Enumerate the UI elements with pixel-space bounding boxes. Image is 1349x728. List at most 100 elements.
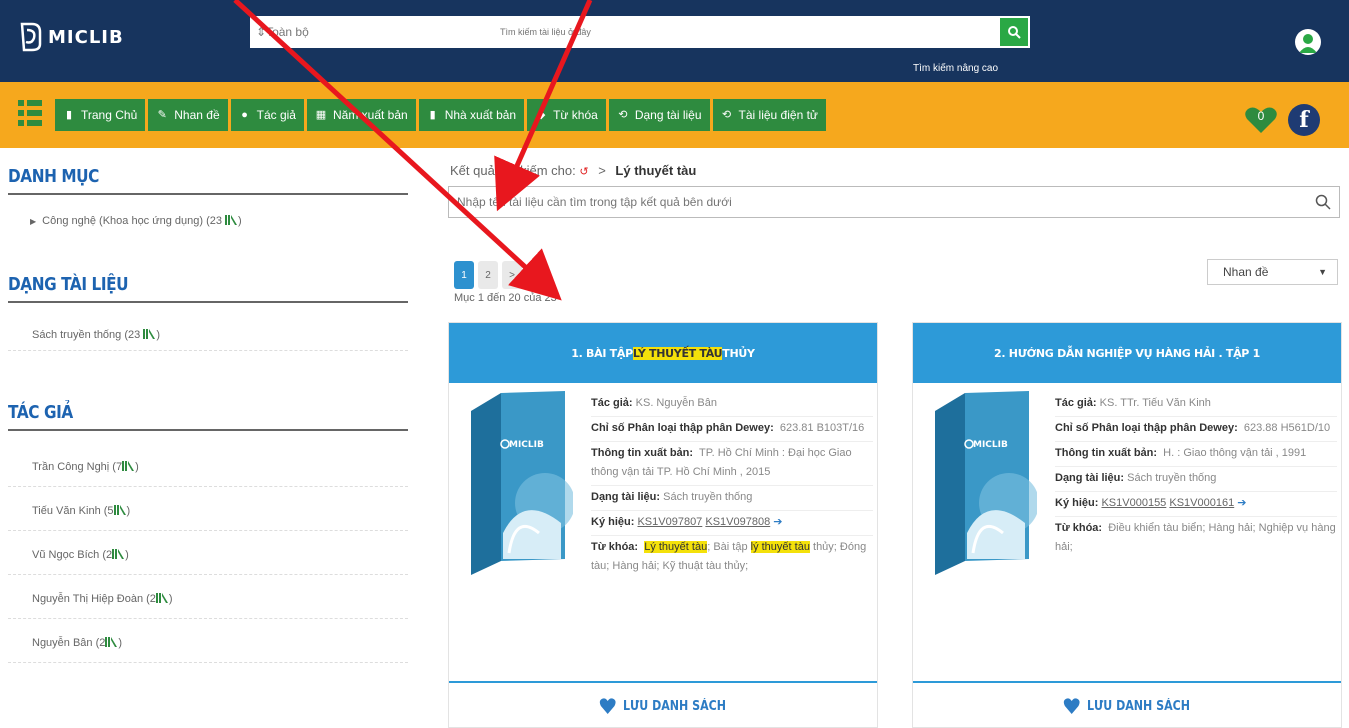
heart-icon <box>1064 698 1080 714</box>
nav-label: Tác giả <box>256 108 296 122</box>
ebook-icon: ⟲ <box>721 109 732 121</box>
favorites-count: 0 <box>1257 109 1265 123</box>
author-item[interactable]: Tiếu Văn Kinh (5) <box>8 487 408 531</box>
favorites-heart-icon[interactable]: 0 <box>1244 105 1278 135</box>
book-cover-image: MICLIB <box>935 391 1039 575</box>
refine-search-box <box>448 186 1340 218</box>
keywords-field: Từ khóa: Điều khiển tàu biển; Hàng hải; … <box>1055 522 1336 553</box>
doctype-section: DẠNG TÀI LIỆU Sách truyền thống (23 ) <box>8 274 408 351</box>
sort-arrows-icon: ⇕ <box>256 25 267 39</box>
refine-search-input[interactable] <box>449 187 1309 217</box>
call-number-field: Ký hiệu: KS1V000155 KS1V000161 ➔ <box>1055 492 1337 517</box>
call-number-link[interactable]: KS1V097807 <box>637 516 702 528</box>
logo-text: MICLIB <box>48 26 124 48</box>
divider <box>8 301 408 303</box>
page-2-button[interactable]: 2 <box>478 261 498 289</box>
author-field: Tác giả: KS. Nguyễn Bân <box>591 392 873 417</box>
book-cover[interactable]: MICLIB <box>917 383 1039 575</box>
nav-bookmark-button[interactable]: ▮ Nhà xuất bản <box>418 99 525 131</box>
facebook-icon[interactable]: f <box>1288 104 1320 136</box>
book-count-icon <box>143 329 156 339</box>
sort-select[interactable]: Nhan đề ▼ <box>1207 259 1338 285</box>
card-title-link[interactable]: 1. BÀI TẬP LÝ THUYẾT TÀU THỦY <box>449 323 877 383</box>
nav-label: Nhan đề <box>174 108 220 122</box>
card-fields: Tác giả: KS. TTr. Tiếu Văn Kinh Chỉ số Ph… <box>1055 392 1337 560</box>
search-category-select[interactable]: ⇕Toàn bộ <box>250 25 340 39</box>
category-title: DANH MỤC <box>8 166 99 187</box>
svg-text:MICLIB: MICLIB <box>973 440 1008 450</box>
advanced-search-link[interactable]: Tìm kiếm nâng cao <box>913 63 998 74</box>
logo[interactable]: MICLIB <box>18 22 124 52</box>
author-item[interactable]: Nguyễn Thị Hiệp Đoàn (2) <box>8 575 408 619</box>
book-count-icon <box>112 549 125 559</box>
doctype-item[interactable]: Sách truyền thống (23 ) <box>8 329 408 351</box>
divider <box>8 193 408 195</box>
title-icon: ✎ <box>157 109 167 121</box>
call-number-link[interactable]: KS1V000161 <box>1169 497 1234 509</box>
call-number-link[interactable]: KS1V097808 <box>705 516 770 528</box>
search-category-label: Toàn bộ <box>266 25 309 39</box>
author-item[interactable]: Trần Công Nghị (7) <box>8 431 408 487</box>
keyword-icon: ◆ <box>536 109 546 121</box>
doctype-title: DẠNG TÀI LIỆU <box>8 274 129 295</box>
doctype-field: Dạng tài liệu: Sách truyền thống <box>591 486 873 511</box>
nav-label: Năm xuất bản <box>332 108 408 122</box>
card-title-link[interactable]: 2. HƯỚNG DẪN NGHIỆP VỤ HÀNG HẢI . TẬP 1 <box>913 323 1341 383</box>
nav-author-button[interactable]: ● Tác giả <box>230 99 304 131</box>
nav-calendar-button[interactable]: ▦ Năm xuất bản <box>306 99 416 131</box>
book-count-icon <box>122 461 135 471</box>
search-icon <box>1008 26 1021 39</box>
result-card: 1. BÀI TẬP LÝ THUYẾT TÀU THỦY MICLIB Tác g… <box>448 322 878 728</box>
page-1-button[interactable]: 1 <box>454 261 474 289</box>
keyword-highlight[interactable]: Lý thuyết tàu <box>644 541 708 553</box>
nav-label: Từ khóa <box>553 108 598 122</box>
keywords-field: Từ khóa: Lý thuyết tàu; Bài tập lý thuyế… <box>591 541 867 572</box>
nav-doc-type-button[interactable]: ⟲ Dạng tài liệu <box>608 99 710 131</box>
menu-list-icon[interactable] <box>18 98 44 128</box>
book-count-icon <box>225 215 238 225</box>
nav-items: ▮ Trang Chủ ✎ Nhan đề ● Tác giả ▦ Năm xuất bản ▮… <box>55 99 826 131</box>
save-to-list-button[interactable]: LƯU DANH SÁCH <box>600 697 726 715</box>
svg-text:MICLIB: MICLIB <box>509 440 544 450</box>
save-to-list-button[interactable]: LƯU DANH SÁCH <box>1064 697 1190 715</box>
author-list: Trần Công Nghị (7) Tiếu Văn Kinh (5) Vũ Ng… <box>8 431 408 663</box>
nav-title-button[interactable]: ✎ Nhan đề <box>148 99 228 131</box>
card-fields: Tác giả: KS. Nguyễn Bân Chỉ số Phân loại … <box>591 392 873 579</box>
calendar-icon: ▦ <box>315 109 327 121</box>
arrow-circle-right-icon[interactable]: ➔ <box>1237 497 1246 509</box>
author-item[interactable]: Nguyễn Bân (2) <box>8 619 408 663</box>
logo-icon <box>18 22 44 52</box>
nav-keyword-button[interactable]: ◆ Từ khóa <box>527 99 606 131</box>
dewey-field: Chỉ số Phân loại thập phân Dewey: 623.81… <box>591 417 873 442</box>
dewey-field: Chỉ số Phân loại thập phân Dewey: 623.88… <box>1055 417 1337 442</box>
nav-label: Tài liệu điện tử <box>738 108 818 122</box>
publication-field: Thông tin xuất bản: TP. Hồ Chí Minh : Đạ… <box>591 442 873 486</box>
category-item[interactable]: ▶ Công nghệ (Khoa học ứng dụng) (23 ) <box>8 215 408 227</box>
author-item[interactable]: Vũ Ngọc Bích (2) <box>8 531 408 575</box>
title-highlight: LÝ THUYẾT TÀU <box>632 346 723 360</box>
author-title: TÁC GIẢ <box>8 402 73 423</box>
author-icon: ● <box>241 109 248 121</box>
doc-type-icon: ⟲ <box>618 109 628 121</box>
top-header: MICLIB ⇕Toàn bộ Tìm kiếm nâng cao <box>0 0 1349 82</box>
result-range: Mục 1 đến 20 của 23 <box>454 292 557 304</box>
author-field: Tác giả: KS. TTr. Tiếu Văn Kinh <box>1055 392 1337 417</box>
author-section: TÁC GIẢ Trần Công Nghị (7) Tiếu Văn Kinh … <box>8 402 408 663</box>
book-cover-image: MICLIB <box>471 391 575 575</box>
call-number-link[interactable]: KS1V000155 <box>1101 497 1166 509</box>
search-icon[interactable] <box>1315 194 1331 210</box>
nav-home-button[interactable]: ▮ Trang Chủ <box>55 99 146 131</box>
user-avatar-icon[interactable] <box>1295 29 1321 55</box>
search-button[interactable] <box>1000 18 1028 46</box>
book-cover[interactable]: MICLIB <box>453 383 575 575</box>
search-input[interactable] <box>340 17 998 47</box>
nav-ebook-button[interactable]: ⟲ Tài liệu điện tử <box>712 99 826 131</box>
nav-label: Nhà xuất bản <box>444 108 517 122</box>
call-number-field: Ký hiệu: KS1V097807 KS1V097808 ➔ <box>591 511 873 536</box>
book-count-icon <box>113 505 126 515</box>
next-page-button[interactable]: > <box>502 261 522 289</box>
keyword-highlight[interactable]: lý thuyết tàu <box>750 541 810 553</box>
arrow-circle-right-icon[interactable]: ➔ <box>773 516 782 528</box>
reset-search-icon[interactable]: ↺ <box>579 166 588 178</box>
heart-icon <box>600 698 616 714</box>
